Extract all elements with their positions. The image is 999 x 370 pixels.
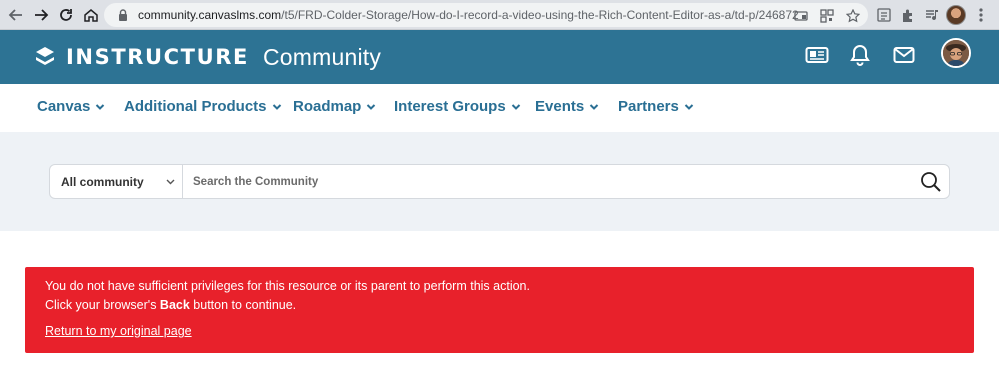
url-host: community.canvaslms.com (138, 8, 282, 22)
instruction-bold: Back (159, 298, 190, 312)
star-icon[interactable] (846, 9, 860, 23)
nav-additional-products[interactable]: Additional Products (124, 98, 282, 115)
search-scope-value: All community (61, 174, 144, 189)
url-path: /t5/FRD-Colder-Storage/How-do-I-record-a… (281, 8, 799, 22)
media-queue-icon[interactable] (924, 7, 940, 23)
search-band: All community (0, 132, 999, 231)
instructure-logo-icon (36, 47, 54, 65)
site-header: INSTRUCTURE Community (0, 30, 999, 84)
instructure-logo[interactable]: INSTRUCTURE Community (34, 44, 381, 70)
back-arrow-icon[interactable] (6, 5, 26, 25)
profile-avatar[interactable] (946, 5, 966, 25)
nav-interest-groups-label: Interest Groups (394, 98, 506, 115)
search-icon[interactable] (920, 171, 942, 193)
primary-nav: Canvas Additional Products Roadmap Inter… (0, 84, 999, 132)
mail-icon[interactable] (892, 43, 916, 67)
user-avatar[interactable] (941, 38, 971, 68)
nav-partners[interactable]: Partners (618, 98, 694, 115)
search-box: All community (49, 164, 950, 199)
extensions-icon[interactable] (900, 7, 916, 23)
nav-partners-label: Partners (618, 98, 679, 115)
reader-icon[interactable] (876, 7, 892, 23)
more-vert-icon[interactable] (978, 7, 984, 23)
nav-roadmap-label: Roadmap (293, 98, 362, 115)
nav-roadmap[interactable]: Roadmap (293, 98, 376, 115)
nav-events[interactable]: Events (535, 98, 599, 115)
url-text[interactable]: community.canvaslms.com/t5/FRD-Colder-St… (138, 8, 799, 22)
chevron-down-icon (367, 103, 376, 110)
browser-toolbar: community.canvaslms.com/t5/FRD-Colder-St… (0, 0, 999, 30)
reload-icon[interactable] (56, 5, 76, 25)
nav-interest-groups[interactable]: Interest Groups (394, 98, 521, 115)
qr-code-icon[interactable] (820, 9, 834, 23)
chevron-down-icon (589, 103, 599, 110)
chevron-down-icon (272, 103, 281, 110)
chevron-down-icon (166, 179, 175, 185)
news-icon[interactable] (805, 43, 829, 67)
chevron-down-icon (684, 103, 694, 110)
nav-events-label: Events (535, 98, 585, 115)
cast-icon[interactable] (794, 9, 808, 23)
forward-arrow-icon[interactable] (31, 5, 51, 25)
instruction-prefix: Click your browser's (45, 298, 160, 312)
home-icon[interactable] (81, 5, 101, 25)
error-instruction: Click your browser's Back button to cont… (45, 298, 296, 312)
bell-icon[interactable] (848, 43, 872, 67)
logo-community-label: Community (262, 43, 382, 70)
return-original-page-link[interactable]: Return to my original page (45, 324, 192, 338)
nav-additional-products-label: Additional Products (124, 98, 267, 115)
nav-canvas-label: Canvas (37, 98, 91, 115)
chevron-down-icon (511, 103, 520, 110)
instruction-suffix: button to continue. (189, 298, 297, 312)
search-input[interactable] (184, 165, 904, 198)
lock-icon[interactable] (116, 8, 130, 22)
search-scope-select[interactable]: All community (50, 165, 183, 198)
nav-canvas[interactable]: Canvas (37, 98, 105, 115)
chevron-down-icon (96, 103, 105, 110)
error-message: You do not have sufficient privileges fo… (45, 279, 530, 293)
address-bar[interactable]: community.canvaslms.com/t5/FRD-Colder-St… (104, 3, 868, 27)
logo-wordmark: INSTRUCTURE (66, 45, 249, 69)
error-alert: You do not have sufficient privileges fo… (25, 267, 974, 353)
